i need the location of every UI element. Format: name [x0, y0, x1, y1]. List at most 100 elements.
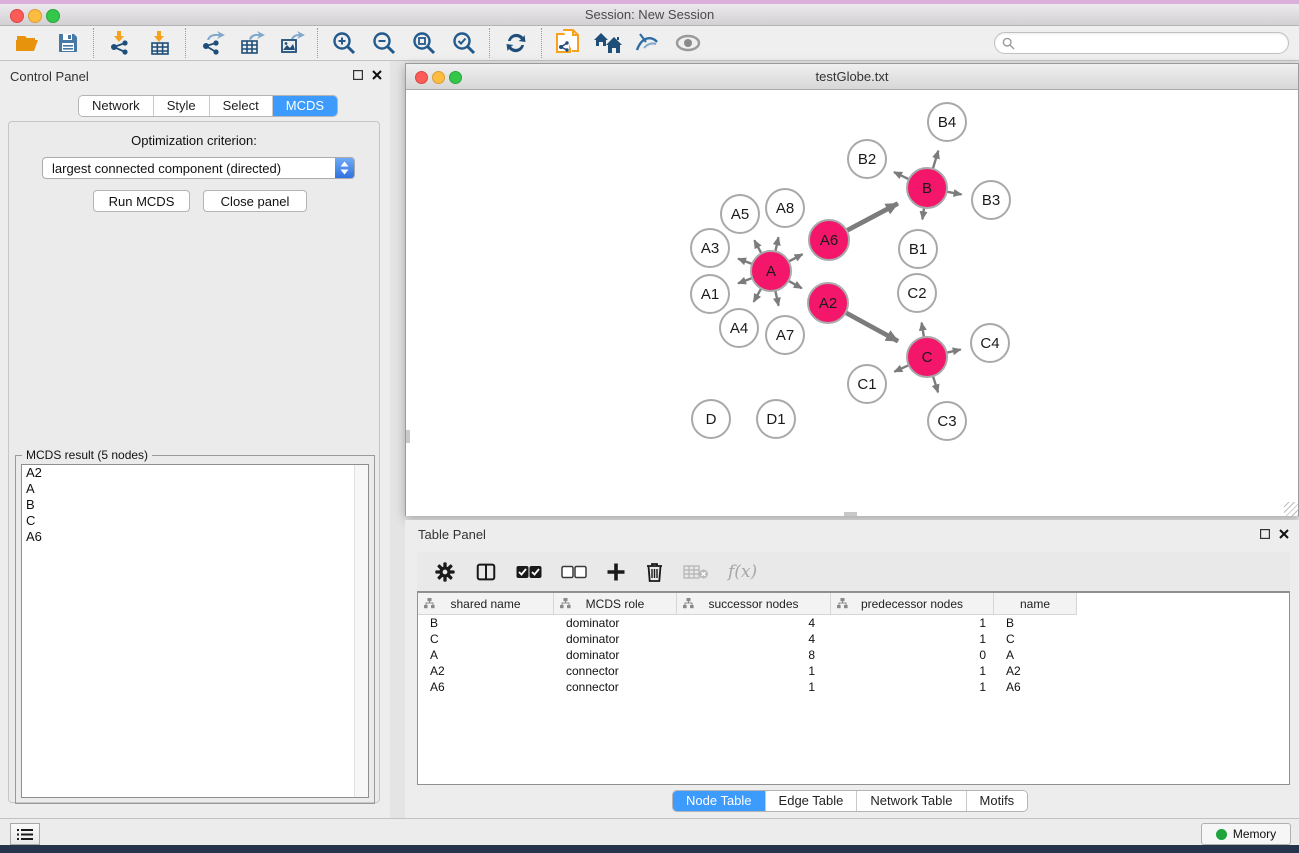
zoom-view-button[interactable] [449, 71, 462, 84]
hide-panels-button[interactable] [628, 28, 668, 58]
import-network-button[interactable] [100, 28, 140, 58]
network-edge-A2-C[interactable] [846, 313, 898, 342]
settings-gear-icon[interactable] [434, 561, 456, 583]
network-edge-A-A5[interactable] [754, 240, 761, 253]
criterion-dropdown[interactable]: largest connected component (directed) [42, 157, 355, 179]
network-edge-B-B3[interactable] [947, 192, 962, 195]
table-row[interactable]: B dominator 4 1 B [418, 615, 1289, 631]
select-all-icon[interactable] [516, 565, 542, 579]
network-edge-C-C2[interactable] [922, 323, 924, 338]
list-item[interactable]: A6 [22, 529, 368, 545]
network-edge-A-A6[interactable] [789, 254, 803, 261]
run-mcds-button[interactable]: Run MCDS [93, 190, 190, 212]
show-column-icon[interactable] [475, 561, 497, 583]
list-item[interactable]: B [22, 497, 368, 513]
import-table-icon [148, 30, 172, 56]
network-edge-B-B2[interactable] [894, 172, 909, 179]
network-vertical-scrollbar[interactable] [406, 430, 410, 443]
table-header: shared name MCDS role successor nodes pr… [418, 593, 1289, 615]
zoom-window-button[interactable] [46, 9, 60, 23]
double-house-icon [593, 32, 623, 54]
column-header-mcds-role[interactable]: MCDS role [554, 593, 677, 615]
network-edge-A-A4[interactable] [754, 288, 762, 301]
tab-network-table[interactable]: Network Table [856, 791, 965, 811]
close-view-button[interactable] [415, 71, 428, 84]
export-image-button[interactable] [272, 28, 312, 58]
search-icon [1002, 37, 1015, 50]
mcds-result-list[interactable]: A2 A B C A6 [21, 464, 369, 798]
network-graph[interactable]: B4B2BB3A5A8A6A3B1AA1C2A2A4A7C4CC1C3DD1 [406, 90, 1298, 516]
column-header-shared-name[interactable]: shared name [418, 593, 554, 615]
node-label: A7 [776, 327, 794, 344]
export-network-button[interactable] [192, 28, 232, 58]
toolbar-search[interactable] [994, 32, 1289, 54]
home-button[interactable] [588, 28, 628, 58]
save-session-button[interactable] [48, 28, 88, 58]
tab-edge-table[interactable]: Edge Table [765, 791, 857, 811]
function-builder-button[interactable]: f(x) [728, 562, 757, 582]
minimize-view-button[interactable] [432, 71, 445, 84]
zoom-in-button[interactable] [324, 28, 364, 58]
float-panel-icon[interactable] [353, 70, 363, 80]
import-table-button[interactable] [140, 28, 180, 58]
deselect-all-icon[interactable] [561, 565, 587, 579]
tab-mcds[interactable]: MCDS [272, 96, 337, 116]
network-edge-B-B4[interactable] [933, 151, 938, 169]
search-input[interactable] [1019, 35, 1288, 51]
table-panel: Table Panel [405, 520, 1299, 818]
delete-row-trash-icon[interactable] [645, 561, 664, 583]
tab-network[interactable]: Network [79, 96, 153, 116]
resize-grip-icon[interactable] [1284, 502, 1298, 516]
memory-label: Memory [1233, 827, 1276, 841]
network-edge-B-B1[interactable] [922, 208, 924, 220]
network-edge-C-C4[interactable] [947, 350, 961, 353]
export-table-button[interactable] [232, 28, 272, 58]
table-toolbar: f(x) [417, 552, 1290, 592]
memory-button[interactable]: Memory [1201, 823, 1291, 845]
tab-select[interactable]: Select [209, 96, 272, 116]
list-item[interactable]: C [22, 513, 368, 529]
float-panel-icon[interactable] [1260, 529, 1270, 539]
column-header-successor-nodes[interactable]: successor nodes [677, 593, 831, 615]
table-row[interactable]: A6 connector 1 1 A6 [418, 679, 1289, 695]
table-row[interactable]: C dominator 4 1 C [418, 631, 1289, 647]
network-edge-A-A3[interactable] [738, 259, 752, 264]
zoom-out-button[interactable] [364, 28, 404, 58]
column-header-predecessor-nodes[interactable]: predecessor nodes [831, 593, 994, 615]
add-row-icon[interactable] [606, 562, 626, 582]
new-network-button[interactable] [548, 28, 588, 58]
tab-node-table[interactable]: Node Table [673, 791, 765, 811]
import-network-icon [108, 30, 132, 56]
network-edge-C-C1[interactable] [894, 365, 908, 371]
table-row[interactable]: A dominator 8 0 A [418, 647, 1289, 663]
network-edge-A-A1[interactable] [738, 278, 752, 283]
task-history-button[interactable] [10, 823, 40, 845]
list-item[interactable]: A2 [22, 465, 368, 481]
show-panels-button[interactable] [668, 28, 708, 58]
close-panel-icon[interactable] [372, 70, 382, 80]
list-item[interactable]: A [22, 481, 368, 497]
network-edge-A6-B[interactable] [847, 203, 898, 230]
delete-table-icon[interactable] [683, 564, 709, 580]
minimize-window-button[interactable] [28, 9, 42, 23]
close-panel-button[interactable]: Close panel [203, 190, 307, 212]
mcds-result-title: MCDS result (5 nodes) [22, 448, 152, 462]
apply-layout-button[interactable] [496, 28, 536, 58]
column-header-name[interactable]: name [994, 593, 1077, 615]
zoom-selected-button[interactable] [444, 28, 484, 58]
network-edge-A-A7[interactable] [775, 291, 778, 306]
network-edge-C-C3[interactable] [933, 376, 938, 392]
list-scrollbar[interactable] [354, 465, 368, 797]
zoom-fit-button[interactable] [404, 28, 444, 58]
network-canvas[interactable]: B4B2BB3A5A8A6A3B1AA1C2A2A4A7C4CC1C3DD1 [406, 90, 1298, 516]
table-row[interactable]: A2 connector 1 1 A2 [418, 663, 1289, 679]
network-edge-A-A8[interactable] [775, 237, 778, 251]
open-session-button[interactable] [8, 28, 48, 58]
network-horizontal-scrollbar[interactable] [844, 512, 857, 516]
open-folder-icon [15, 32, 41, 54]
close-panel-icon[interactable] [1279, 529, 1289, 539]
close-window-button[interactable] [10, 9, 24, 23]
network-edge-A-A2[interactable] [788, 281, 801, 289]
tab-motifs[interactable]: Motifs [966, 791, 1028, 811]
tab-style[interactable]: Style [153, 96, 209, 116]
